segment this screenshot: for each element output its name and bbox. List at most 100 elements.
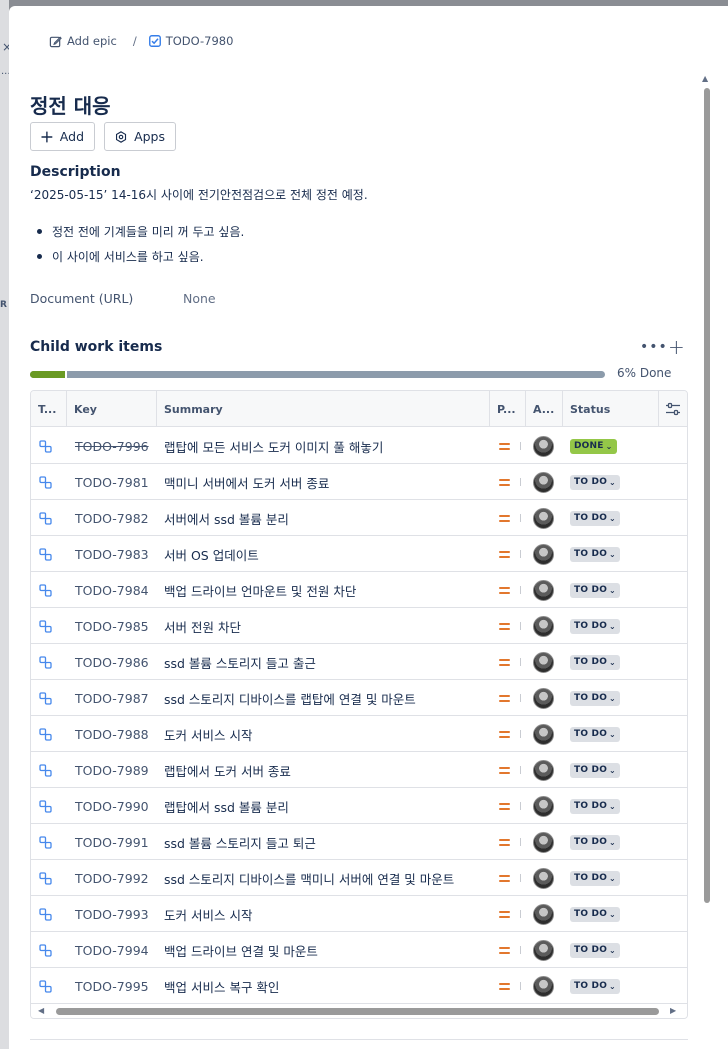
table-row[interactable]: TODO-7989 랩탑에서 도커 서버 종료 TO DO ⌄	[31, 752, 687, 788]
table-row[interactable]: TODO-7985 서버 전원 차단 TO DO ⌄	[31, 608, 687, 644]
row-summary[interactable]: 서버 OS 업데이트	[164, 536, 259, 572]
table-row[interactable]: TODO-7987 ssd 스토리지 디바이스를 랩탑에 연결 및 마운트 TO D…	[31, 680, 687, 716]
status-badge[interactable]: TO DO ⌄	[570, 500, 620, 536]
row-key-link[interactable]: TODO-7984	[75, 572, 149, 608]
priority-medium-icon[interactable]	[499, 680, 510, 716]
column-header-status[interactable]: Status	[563, 391, 659, 427]
document-url-value[interactable]: None	[183, 291, 216, 306]
table-row[interactable]: TODO-7992 ssd 스토리지 디바이스를 맥미니 서버에 연결 및 마운트…	[31, 860, 687, 896]
priority-medium-icon[interactable]	[499, 788, 510, 824]
table-row[interactable]: TODO-7993 도커 서비스 시작 TO DO ⌄	[31, 896, 687, 932]
status-badge[interactable]: TO DO ⌄	[570, 824, 620, 860]
priority-medium-icon[interactable]	[499, 536, 510, 572]
table-row[interactable]: TODO-7994 백업 드라이브 연결 및 마운트 TO DO ⌄	[31, 932, 687, 968]
avatar[interactable]	[533, 680, 554, 716]
row-key-link[interactable]: TODO-7995	[75, 968, 149, 1004]
row-key-link[interactable]: TODO-7991	[75, 824, 149, 860]
row-key-link[interactable]: TODO-7990	[75, 788, 149, 824]
column-header-summary[interactable]: Summary	[157, 391, 490, 427]
row-summary[interactable]: ssd 스토리지 디바이스를 랩탑에 연결 및 마운트	[164, 680, 416, 716]
row-key-link[interactable]: TODO-7989	[75, 752, 149, 788]
table-row[interactable]: TODO-7988 도커 서비스 시작 TO DO ⌄	[31, 716, 687, 752]
status-badge[interactable]: TO DO ⌄	[570, 464, 620, 500]
row-key-link[interactable]: TODO-7993	[75, 896, 149, 932]
avatar[interactable]	[533, 896, 554, 932]
table-row[interactable]: TODO-7995 백업 서비스 복구 확인 TO DO ⌄	[31, 968, 687, 1004]
status-badge[interactable]: TO DO ⌄	[570, 932, 620, 968]
avatar[interactable]	[533, 464, 554, 500]
status-badge[interactable]: DONE ⌄	[570, 428, 617, 464]
column-header-type[interactable]: T...	[31, 391, 67, 427]
priority-medium-icon[interactable]	[499, 860, 510, 896]
table-row[interactable]: TODO-7991 ssd 볼륨 스토리지 들고 퇴근 TO DO ⌄	[31, 824, 687, 860]
table-row[interactable]: TODO-7990 랩탑에서 ssd 볼륨 분리 TO DO ⌄	[31, 788, 687, 824]
add-epic-link[interactable]: Add epic	[49, 34, 117, 48]
status-badge[interactable]: TO DO ⌄	[570, 968, 620, 1004]
column-header-key[interactable]: Key	[67, 391, 157, 427]
scroll-left-arrow-icon[interactable]: ◀	[38, 1006, 44, 1015]
priority-medium-icon[interactable]	[499, 752, 510, 788]
avatar[interactable]	[533, 752, 554, 788]
table-row[interactable]: TODO-7984 백업 드라이브 언마운트 및 전원 차단 TO DO ⌄	[31, 572, 687, 608]
status-badge[interactable]: TO DO ⌄	[570, 896, 620, 932]
avatar[interactable]	[533, 824, 554, 860]
avatar[interactable]	[533, 860, 554, 896]
row-summary[interactable]: 맥미니 서버에서 도커 서버 종료	[164, 464, 329, 500]
status-badge[interactable]: TO DO ⌄	[570, 752, 620, 788]
row-summary[interactable]: 백업 드라이브 언마운트 및 전원 차단	[164, 572, 356, 608]
table-row[interactable]: TODO-7986 ssd 볼륨 스토리지 들고 출근 TO DO ⌄	[31, 644, 687, 680]
row-summary[interactable]: 랩탑에 모든 서비스 도커 이미지 풀 해놓기	[164, 428, 383, 464]
row-key-link[interactable]: TODO-7994	[75, 932, 149, 968]
priority-medium-icon[interactable]	[499, 716, 510, 752]
more-icon[interactable]: •••	[640, 339, 668, 355]
priority-medium-icon[interactable]	[499, 500, 510, 536]
row-key-link[interactable]: TODO-7992	[75, 860, 149, 896]
status-badge[interactable]: TO DO ⌄	[570, 860, 620, 896]
status-badge[interactable]: TO DO ⌄	[570, 572, 620, 608]
row-summary[interactable]: ssd 볼륨 스토리지 들고 출근	[164, 644, 316, 680]
row-summary[interactable]: 백업 서비스 복구 확인	[164, 968, 279, 1004]
column-settings-icon[interactable]	[659, 391, 687, 427]
avatar[interactable]	[533, 428, 554, 464]
add-child-plus-icon[interactable]: +	[668, 335, 685, 359]
table-row[interactable]: TODO-7982 서버에서 ssd 볼륨 분리 TO DO ⌄	[31, 500, 687, 536]
avatar[interactable]	[533, 788, 554, 824]
avatar[interactable]	[533, 644, 554, 680]
row-key-link[interactable]: TODO-7996	[75, 428, 149, 464]
priority-medium-icon[interactable]	[499, 968, 510, 1004]
issue-key-link[interactable]: TODO-7980	[148, 34, 233, 48]
priority-medium-icon[interactable]	[499, 824, 510, 860]
status-badge[interactable]: TO DO ⌄	[570, 644, 620, 680]
row-summary[interactable]: 랩탑에서 ssd 볼륨 분리	[164, 788, 289, 824]
row-summary[interactable]: 도커 서비스 시작	[164, 896, 252, 932]
row-key-link[interactable]: TODO-7987	[75, 680, 149, 716]
row-summary[interactable]: ssd 볼륨 스토리지 들고 퇴근	[164, 824, 316, 860]
status-badge[interactable]: TO DO ⌄	[570, 608, 620, 644]
priority-medium-icon[interactable]	[499, 932, 510, 968]
priority-medium-icon[interactable]	[499, 464, 510, 500]
table-row[interactable]: TODO-7983 서버 OS 업데이트 TO DO ⌄	[31, 536, 687, 572]
row-key-link[interactable]: TODO-7982	[75, 500, 149, 536]
priority-medium-icon[interactable]	[499, 608, 510, 644]
table-row[interactable]: TODO-7981 맥미니 서버에서 도커 서버 종료 TO DO ⌄	[31, 464, 687, 500]
status-badge[interactable]: TO DO ⌄	[570, 788, 620, 824]
issue-title[interactable]: 정전 대응	[30, 90, 111, 119]
avatar[interactable]	[533, 536, 554, 572]
vertical-scrollbar[interactable]	[704, 88, 710, 903]
row-key-link[interactable]: TODO-7983	[75, 536, 149, 572]
scroll-up-arrow-icon[interactable]: ▲	[702, 74, 708, 83]
column-header-priority[interactable]: P...	[490, 391, 526, 427]
row-key-link[interactable]: TODO-7981	[75, 464, 149, 500]
horizontal-scroll-thumb[interactable]	[56, 1008, 659, 1015]
priority-medium-icon[interactable]	[499, 644, 510, 680]
avatar[interactable]	[533, 500, 554, 536]
description-text[interactable]: ‘2025-05-15’ 14-16시 사이에 전기안전점검으로 전체 정전 예…	[30, 186, 368, 203]
row-key-link[interactable]: TODO-7985	[75, 608, 149, 644]
avatar[interactable]	[533, 608, 554, 644]
row-summary[interactable]: 도커 서비스 시작	[164, 716, 252, 752]
row-summary[interactable]: 랩탑에서 도커 서버 종료	[164, 752, 291, 788]
priority-medium-icon[interactable]	[499, 896, 510, 932]
table-row[interactable]: TODO-7996 랩탑에 모든 서비스 도커 이미지 풀 해놓기 DONE ⌄	[31, 428, 687, 464]
priority-medium-icon[interactable]	[499, 428, 510, 464]
status-badge[interactable]: TO DO ⌄	[570, 716, 620, 752]
